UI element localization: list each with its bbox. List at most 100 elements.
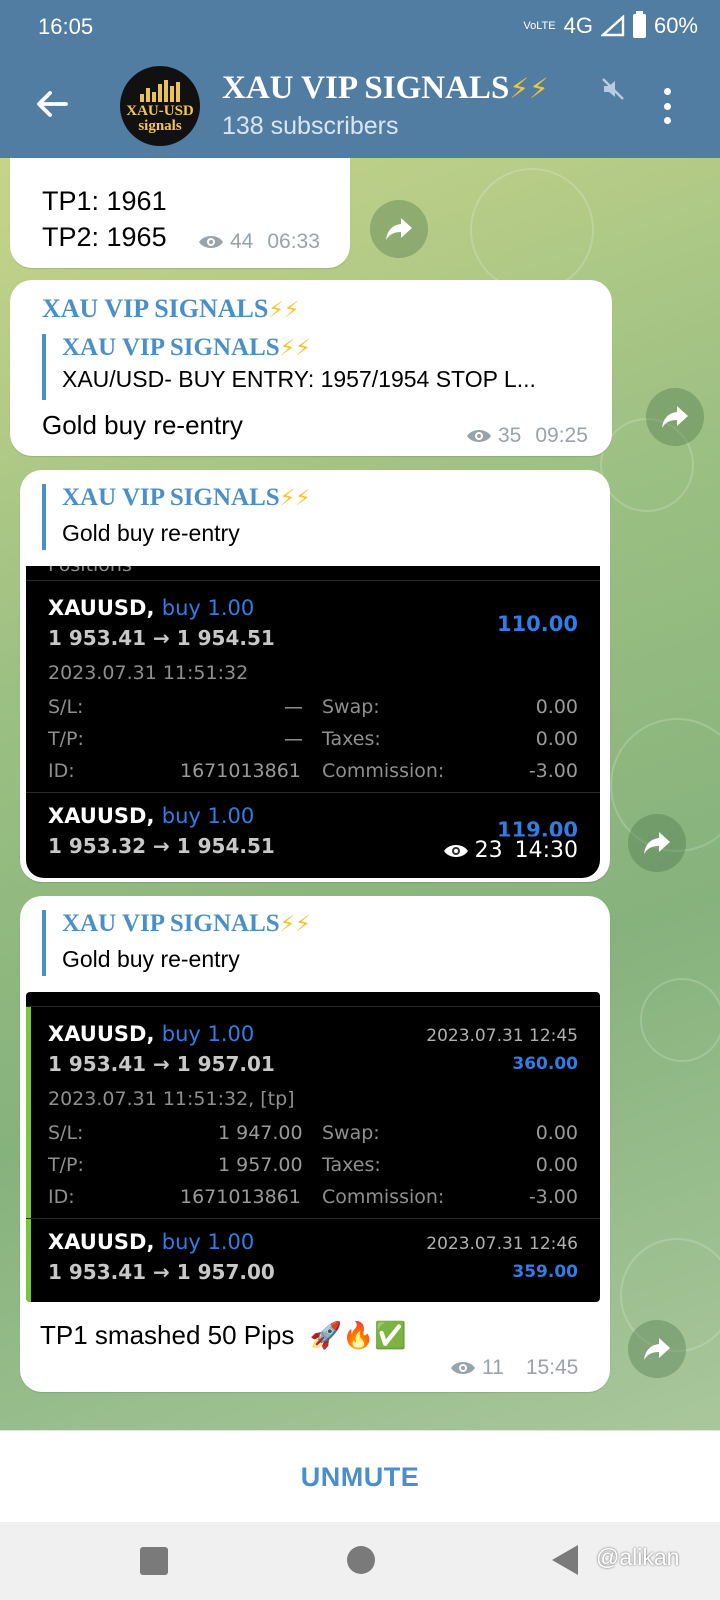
cut-header: Positions — [48, 566, 132, 576]
swap-label: Swap: — [322, 696, 380, 718]
chat-area[interactable]: TP1: 1961 TP2: 1965 44 06:33 XAU VIP SIG… — [0, 158, 720, 1430]
swap-value: 0.00 — [535, 696, 578, 718]
position-symbol: XAUUSD, buy 1.00 — [48, 596, 255, 620]
sender-name: XAU VIP SIGNALS — [42, 294, 269, 323]
more-vert-icon[interactable] — [664, 88, 672, 124]
reply-quote[interactable]: XAU VIP SIGNALS⚡⚡ XAU/USD- BUY ENTRY: 19… — [42, 334, 602, 400]
reply-sender-emoji: ⚡⚡ — [279, 336, 311, 361]
position-prices: 1 953.41 → 1 957.00 — [48, 1260, 275, 1284]
message-bubble[interactable]: XAU VIP SIGNALS⚡⚡ XAU VIP SIGNALS⚡⚡ XAU/… — [10, 280, 612, 456]
position-symbol: XAUUSD, buy 1.00 — [48, 1022, 255, 1046]
reply-sender-emoji: ⚡⚡ — [279, 912, 311, 937]
reply-quote[interactable]: XAU VIP SIGNALS⚡⚡ Gold buy re-entry — [42, 484, 602, 550]
message-time: 15:45 — [525, 1356, 579, 1379]
position-symbol: XAUUSD, buy 1.00 — [48, 1230, 255, 1254]
message-meta: 23 14:30 — [430, 836, 590, 865]
position-prices: 1 953.41 → 1 957.01 — [48, 1052, 275, 1076]
taxes-value: 0.00 — [535, 1154, 578, 1176]
tp-value: — — [284, 728, 303, 750]
taxes-value: 0.00 — [535, 728, 578, 750]
back-button[interactable] — [552, 1545, 578, 1575]
message-time: 14:30 — [514, 838, 578, 863]
reply-quote[interactable]: XAU VIP SIGNALS⚡⚡ Gold buy re-entry — [42, 910, 602, 976]
forward-icon — [644, 832, 670, 854]
reply-text: Gold buy re-entry — [62, 946, 240, 972]
message-meta: 11 15:45 — [450, 1356, 578, 1380]
forward-icon — [644, 1338, 670, 1360]
volte-icon: VoLTE — [523, 19, 556, 32]
chat-header: XAU-USD signals XAU VIP SIGNALS⚡⚡ 138 su… — [0, 54, 720, 158]
message-line-tp1: TP1: 1961 — [42, 186, 167, 216]
unmute-button[interactable]: UNMUTE — [301, 1462, 420, 1493]
system-nav-bar: @alikan — [0, 1522, 720, 1600]
message-bubble[interactable]: XAU VIP SIGNALS⚡⚡ Gold buy re-entry XAUU… — [20, 896, 610, 1392]
sl-label: S/L: — [48, 696, 84, 718]
channel-avatar[interactable]: XAU-USD signals — [120, 66, 200, 146]
recents-button[interactable] — [140, 1547, 168, 1575]
subscriber-count: 138 subscribers — [222, 112, 399, 140]
position-open-time: 2023.07.31 11:51:32 — [48, 662, 249, 684]
sl-value: — — [284, 696, 303, 718]
position-prices: 1 953.41 → 1 954.51 — [48, 626, 275, 650]
reply-sender-emoji: ⚡⚡ — [279, 486, 311, 511]
commission-label: Commission: — [322, 1186, 445, 1208]
battery-percent: 60% — [653, 13, 698, 38]
forward-button[interactable] — [628, 814, 686, 872]
network-type: 4G — [563, 13, 593, 38]
message-text: Gold buy re-entry — [42, 410, 243, 440]
message-line-tp2: TP2: 1965 — [42, 222, 167, 252]
eye-icon — [467, 430, 491, 442]
reply-sender: XAU VIP SIGNALS⚡⚡ — [62, 484, 602, 512]
eye-icon — [451, 1362, 475, 1374]
status-icons: VoLTE 4G 60% — [523, 11, 698, 39]
reply-sender-name: XAU VIP SIGNALS — [62, 484, 280, 511]
reply-sender: XAU VIP SIGNALS⚡⚡ — [62, 910, 602, 938]
position-close-time: 2023.07.31 12:45 — [426, 1026, 578, 1046]
eye-icon — [443, 844, 468, 857]
reply-text: XAU/USD- BUY ENTRY: 1957/1954 STOP L... — [62, 366, 536, 392]
forward-button[interactable] — [370, 200, 428, 258]
view-count: 35 — [498, 424, 522, 447]
avatar-logo-subtext: signals — [138, 117, 182, 134]
tp-indicator-bar — [26, 1006, 31, 1302]
taxes-label: Taxes: — [322, 728, 381, 750]
id-label: ID: — [48, 1186, 75, 1208]
home-button[interactable] — [347, 1546, 375, 1574]
message-bubble[interactable]: TP1: 1961 TP2: 1965 44 06:33 — [10, 158, 350, 268]
position-close-time: 2023.07.31 12:46 — [426, 1234, 578, 1254]
message-bubble[interactable]: XAU VIP SIGNALS⚡⚡ Gold buy re-entry Posi… — [20, 470, 610, 882]
tp-value: 1 957.00 — [218, 1154, 303, 1176]
id-value: 1671013861 — [180, 760, 301, 782]
forward-button[interactable] — [628, 1320, 686, 1378]
trade-screenshot-image[interactable]: XAUUSD, buy 1.00 2023.07.31 12:45 1 953.… — [26, 992, 600, 1302]
message-sender: XAU VIP SIGNALS⚡⚡ — [42, 294, 299, 324]
forward-icon — [662, 406, 688, 428]
reply-text: Gold buy re-entry — [62, 520, 240, 546]
reply-sender-name: XAU VIP SIGNALS — [62, 910, 280, 937]
channel-title[interactable]: XAU VIP SIGNALS⚡⚡ — [222, 70, 549, 107]
view-count: 11 — [482, 1356, 504, 1379]
sl-value: 1 947.00 — [218, 1122, 303, 1144]
signal-icon — [600, 15, 625, 37]
id-label: ID: — [48, 760, 75, 782]
status-time: 16:05 — [38, 14, 94, 39]
view-count: 44 — [230, 230, 254, 253]
watermark-text: @alikan — [596, 1544, 680, 1570]
forward-button[interactable] — [646, 388, 704, 446]
channel-title-text: XAU VIP SIGNALS — [222, 70, 510, 106]
position-prices: 1 953.32 → 1 954.51 — [48, 834, 275, 858]
message-emoji: 🚀🔥✅ — [309, 1321, 407, 1351]
battery-icon — [632, 11, 646, 38]
back-arrow-icon[interactable] — [32, 84, 72, 124]
position-profit: 360.00 — [512, 1054, 578, 1074]
sender-emoji: ⚡⚡ — [268, 298, 300, 323]
position-profit: 110.00 — [496, 612, 578, 636]
message-text: TP1 smashed 50 Pips 🚀🔥✅ — [40, 1320, 407, 1351]
eye-icon — [199, 236, 223, 248]
position-symbol: XAUUSD, buy 1.00 — [48, 804, 255, 828]
trade-screenshot-image[interactable]: Positions XAUUSD, buy 1.00 1 953.41 → 1 … — [26, 566, 600, 878]
mute-icon — [602, 78, 624, 100]
forward-icon — [386, 218, 412, 240]
title-emoji: ⚡⚡ — [509, 72, 549, 105]
unmute-bar[interactable]: UNMUTE — [0, 1430, 720, 1523]
